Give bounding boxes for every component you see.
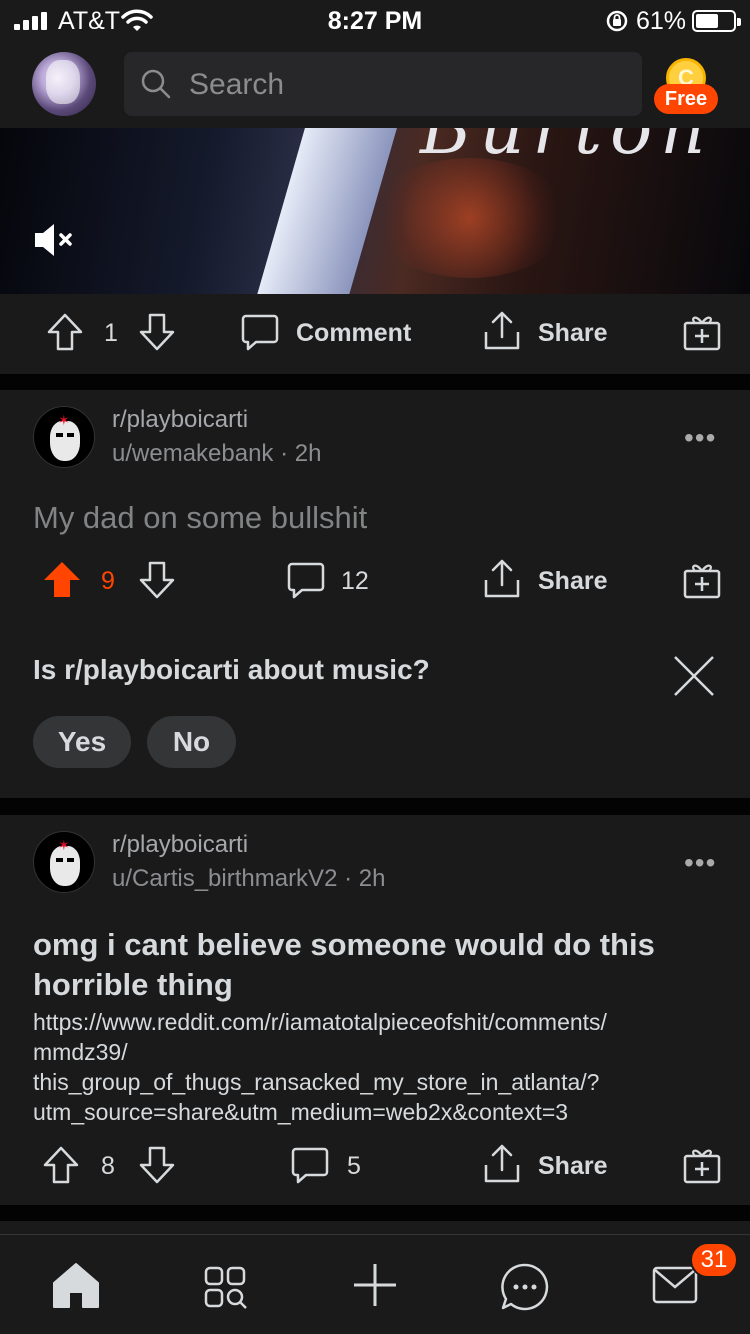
subreddit-name[interactable]: r/playboicarti <box>112 831 248 859</box>
create-post-icon <box>354 1264 396 1306</box>
post-age: 2h <box>358 865 386 892</box>
post-author[interactable]: u/Cartis_birthmarkV2 <box>112 865 337 892</box>
comment-icon[interactable] <box>286 560 326 600</box>
upvote-icon[interactable] <box>42 1145 80 1185</box>
post-link[interactable]: https://www.reddit.com/r/iamatotalpieceo… <box>33 1007 723 1127</box>
mute-icon[interactable] <box>32 220 78 260</box>
free-label: Free <box>654 84 718 114</box>
post-age: 2h <box>294 440 322 467</box>
post-video[interactable]: Burton <box>0 128 750 294</box>
comment-icon[interactable] <box>240 312 280 352</box>
more-options-icon[interactable]: ••• <box>684 847 716 879</box>
app-header: Search C Free <box>0 42 750 128</box>
post-title[interactable]: My dad on some bullshit <box>33 500 713 536</box>
media-post-actions: 1 Comment Share <box>0 294 750 374</box>
post-card[interactable]: ✶ r/playboicarti u/wemakebank · 2h ••• M… <box>0 390 750 798</box>
share-icon[interactable] <box>482 1143 522 1185</box>
survey-no-button[interactable]: No <box>147 716 236 768</box>
status-bar: AT&T 8:27 PM 61% <box>0 0 750 42</box>
comment-count[interactable]: 5 <box>347 1152 361 1181</box>
home-icon <box>53 1263 99 1308</box>
link-line: https://www.reddit.com/r/iamatotalpieceo… <box>33 1009 607 1035</box>
search-placeholder: Search <box>189 68 285 101</box>
downvote-icon[interactable] <box>138 560 176 600</box>
search-icon <box>141 69 171 99</box>
search-bar[interactable]: Search <box>124 52 642 116</box>
share-icon[interactable] <box>482 310 522 352</box>
award-icon[interactable] <box>682 312 722 352</box>
action-row: 1 Comment Share <box>0 304 750 364</box>
inbox-badge: 31 <box>690 1242 738 1278</box>
tab-home[interactable] <box>25 1235 125 1334</box>
tab-create-post[interactable] <box>325 1235 425 1334</box>
upvote-icon[interactable] <box>46 312 84 352</box>
survey-yes-button[interactable]: Yes <box>33 716 131 768</box>
battery-icon <box>692 10 741 32</box>
share-button[interactable]: Share <box>538 567 607 596</box>
link-line: mmdz39/ <box>33 1039 128 1065</box>
comment-icon[interactable] <box>290 1145 330 1185</box>
survey-question: Is r/playboicarti about music? <box>33 654 430 685</box>
vote-count: 1 <box>104 319 118 347</box>
subreddit-name[interactable]: r/playboicarti <box>112 406 248 434</box>
award-icon[interactable] <box>682 1145 722 1185</box>
link-line: this_group_of_thugs_ransacked_my_store_i… <box>33 1069 600 1095</box>
post-author[interactable]: u/wemakebank <box>112 440 273 467</box>
free-coins-button[interactable]: C Free <box>654 58 718 118</box>
downvote-icon[interactable] <box>138 1145 176 1185</box>
video-overlay-text: Burton <box>420 128 714 170</box>
action-row: 9 12 Share <box>0 550 750 610</box>
more-options-icon[interactable]: ••• <box>684 422 716 454</box>
upvote-icon[interactable] <box>42 560 82 600</box>
post-title[interactable]: omg i cant believe someone would do this… <box>33 925 713 1005</box>
subreddit-avatar[interactable]: ✶ <box>33 406 95 468</box>
comment-button[interactable]: Comment <box>296 319 411 348</box>
link-line: utm_source=share&utm_medium=web2x&contex… <box>33 1099 569 1125</box>
bottom-tab-bar <box>0 1234 750 1334</box>
rotation-lock-icon <box>606 10 628 32</box>
share-button[interactable]: Share <box>538 319 607 348</box>
home-feed[interactable]: Burton 1 Comment Share ✶ r/playboicarti … <box>0 128 750 1234</box>
post-card[interactable]: ✶ r/playboicarti u/Cartis_birthmarkV2 · … <box>0 815 750 1205</box>
post-meta: u/wemakebank · 2h <box>112 440 322 467</box>
downvote-icon[interactable] <box>138 312 176 352</box>
close-icon[interactable] <box>672 654 716 698</box>
post-meta: u/Cartis_birthmarkV2 · 2h <box>112 865 386 892</box>
user-avatar[interactable] <box>32 52 96 116</box>
tab-chat[interactable] <box>475 1235 575 1334</box>
vote-count: 9 <box>101 567 115 595</box>
subreddit-avatar[interactable]: ✶ <box>33 831 95 893</box>
share-icon[interactable] <box>482 558 522 600</box>
communities-icon <box>204 1266 247 1309</box>
inbox-icon <box>652 1266 698 1304</box>
action-row: 8 5 Share <box>0 1137 750 1197</box>
comment-count[interactable]: 12 <box>341 567 369 596</box>
next-post-card[interactable] <box>0 1221 750 1234</box>
award-icon[interactable] <box>682 560 722 600</box>
vote-count: 8 <box>101 1152 115 1180</box>
battery-percentage: 61% <box>636 7 687 35</box>
share-button[interactable]: Share <box>538 1152 607 1181</box>
tab-communities[interactable] <box>175 1235 275 1334</box>
chat-icon <box>501 1263 549 1311</box>
